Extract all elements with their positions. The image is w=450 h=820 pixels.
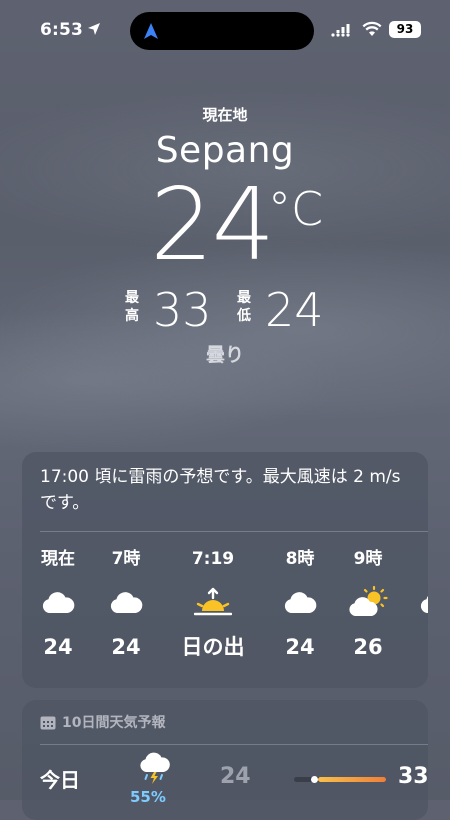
location-arrow-icon xyxy=(88,23,100,35)
hour-item: 8時 24 xyxy=(270,546,330,662)
current-temperature-marker xyxy=(311,776,319,783)
cloud-icon xyxy=(420,595,428,613)
hour-item: 現在 24 xyxy=(28,546,88,662)
thunderstorm-icon xyxy=(140,752,170,784)
hour-temperature: 24 xyxy=(43,635,73,659)
low-temperature: 24 xyxy=(265,283,324,337)
current-temperature: 24 xyxy=(150,166,275,283)
status-time: 6:53 xyxy=(40,20,84,40)
temperature-range-fill xyxy=(317,777,386,782)
weather-condition: 曇り xyxy=(205,344,244,366)
forecast-summary: 17:00 頃に雷雨の予想です。最大風速は 2 m/s です。 xyxy=(40,467,401,513)
hour-item: 7時 24 xyxy=(96,546,156,662)
hour-label: 7:19 xyxy=(191,549,235,569)
hour-item: 9時 26 xyxy=(338,546,398,662)
city-name: Sepang xyxy=(155,130,295,171)
calendar-icon xyxy=(40,716,56,730)
day-low-temperature: 24 xyxy=(220,764,251,789)
divider xyxy=(40,531,428,532)
temperature-unit: °C xyxy=(268,182,324,236)
location-caption: 現在地 xyxy=(202,106,248,124)
navigation-arrow-icon xyxy=(144,23,158,39)
low-label: 最低 xyxy=(237,290,251,324)
partly-sunny-icon xyxy=(349,586,388,616)
wifi-icon xyxy=(362,21,382,36)
cloud-icon xyxy=(42,592,75,613)
hour-temperature: 26 xyxy=(353,635,383,659)
hour-label: 現在 xyxy=(41,549,75,569)
hour-label: 9時 xyxy=(353,549,383,569)
ten-day-header: 10日間天気予報 xyxy=(40,712,165,732)
day-label: 今日 xyxy=(40,768,80,792)
cellular-signal-icon xyxy=(331,24,350,37)
temperature-range-bar xyxy=(294,776,386,783)
hour-label: 1 xyxy=(406,546,428,572)
sunrise-label: 日の出 xyxy=(181,635,245,659)
divider xyxy=(40,744,428,745)
hour-label: 8時 xyxy=(285,549,315,569)
precipitation-chance: 55% xyxy=(130,788,166,806)
cloud-icon xyxy=(110,592,143,613)
sunrise-icon xyxy=(194,587,232,616)
hour-temperature: 2 xyxy=(406,632,428,662)
hour-label: 7時 xyxy=(111,549,141,569)
hour-temperature: 24 xyxy=(285,635,315,659)
cloud-icon xyxy=(284,592,317,613)
high-label: 最高 xyxy=(125,290,139,324)
dynamic-island xyxy=(130,12,314,50)
day-high-temperature: 33 xyxy=(398,764,428,789)
hour-item-partial: 1 2 xyxy=(406,546,428,662)
battery-indicator: 93 xyxy=(389,21,421,38)
hourly-forecast-card[interactable]: 17:00 頃に雷雨の予想です。最大風速は 2 m/s です。 現在 24 7時… xyxy=(22,452,428,688)
ten-day-forecast-card[interactable]: 10日間天気予報 今日 55% 24 33 xyxy=(22,700,428,820)
high-temperature: 33 xyxy=(153,283,212,337)
ten-day-title: 10日間天気予報 xyxy=(62,715,166,731)
hour-item-sunrise: 7:19 日の出 xyxy=(168,546,258,662)
hour-temperature: 24 xyxy=(111,635,141,659)
status-bar: 6:53 93 xyxy=(0,0,450,60)
